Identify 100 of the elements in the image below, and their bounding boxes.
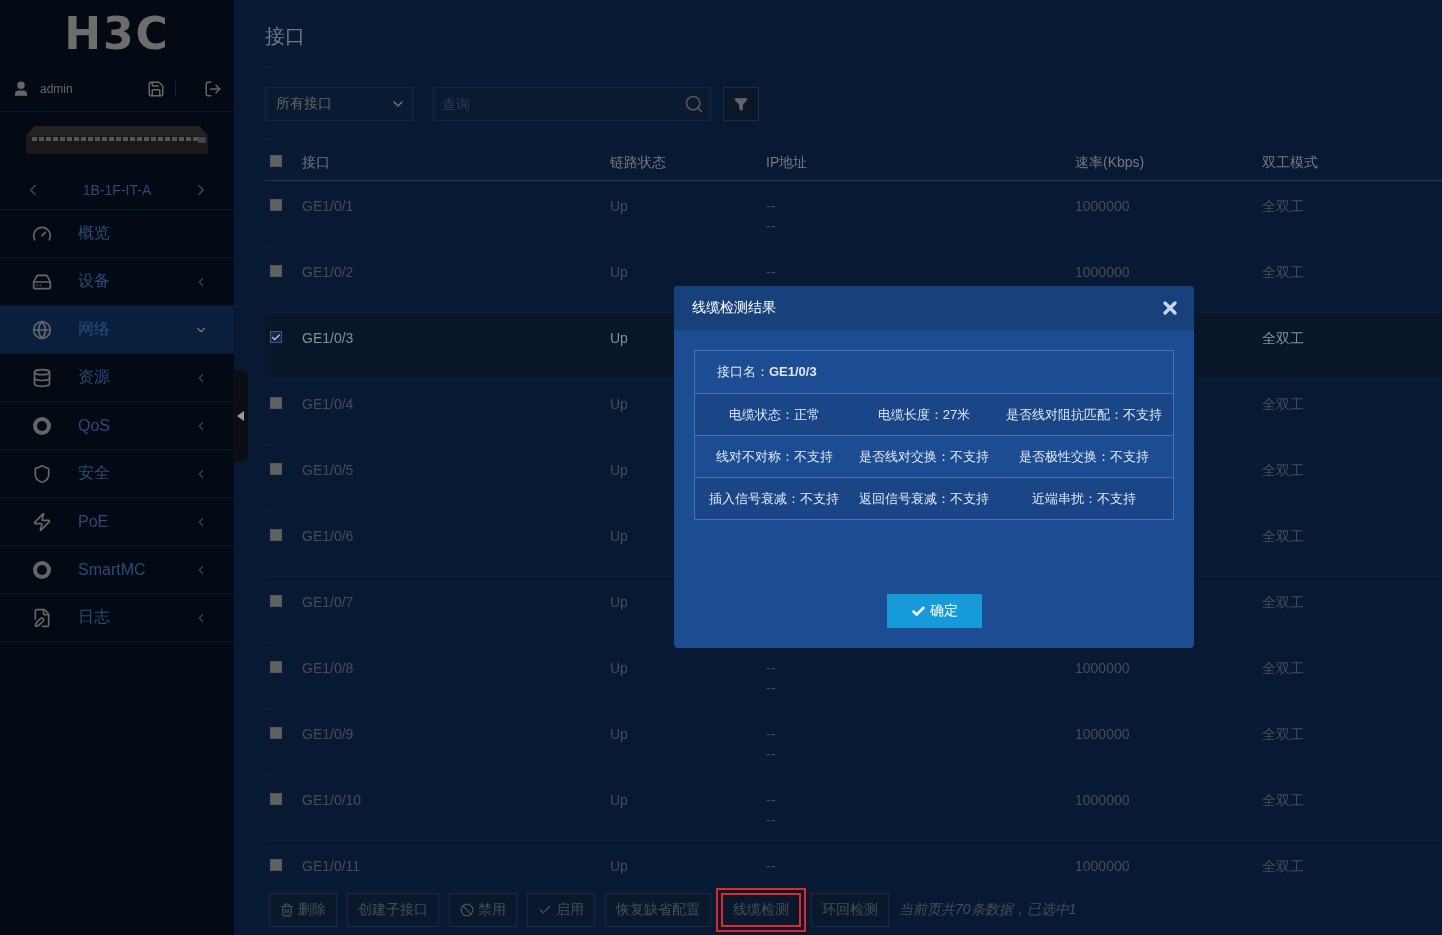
shield-icon xyxy=(32,463,52,484)
table-cell-text: GE1/0/2 xyxy=(302,263,354,282)
check-icon xyxy=(910,603,926,619)
table-cell-text: 全双工 xyxy=(1262,791,1304,810)
result-text: 是否极性交换：不支持 xyxy=(1018,447,1150,466)
row-checkbox[interactable] xyxy=(270,199,282,211)
table-cell-text: 1000000 xyxy=(1075,857,1130,876)
table-cell-text: 1000000 xyxy=(1075,725,1130,744)
table-cell-text: 全双工 xyxy=(1262,857,1304,876)
dialog-title: 线缆检测结果 xyxy=(692,299,776,317)
table-cell-text: Up xyxy=(610,461,628,480)
page-title: 接口 xyxy=(265,0,1442,68)
result-text: 近端串扰：不支持 xyxy=(1031,489,1137,508)
nav-item[interactable]: PoE xyxy=(0,498,234,546)
row-checkbox[interactable] xyxy=(270,727,282,739)
close-button[interactable] xyxy=(1160,298,1180,318)
column-header: 链路状态 xyxy=(610,153,666,172)
row-checkbox[interactable] xyxy=(270,793,282,805)
table-cell-text: 全双工 xyxy=(1262,725,1304,744)
user-icon xyxy=(12,79,30,98)
table-cell-text: Up xyxy=(610,659,628,678)
table-cell-text: Up xyxy=(610,527,628,546)
globe-icon xyxy=(32,319,52,340)
interface-select[interactable]: 所有接口 xyxy=(265,86,413,121)
column-header: IP地址 xyxy=(766,153,808,172)
table-cell-text: Up xyxy=(610,593,628,612)
lightning-icon xyxy=(32,511,52,532)
result-text: 接口名：GE1/0/3 xyxy=(716,363,818,381)
table-cell-text: GE1/0/5 xyxy=(302,461,354,480)
table-cell-text: Up xyxy=(610,395,628,414)
caret-left-icon xyxy=(237,411,244,421)
row-checkbox[interactable] xyxy=(270,529,282,541)
device-name: 1B-1F-IT-A xyxy=(82,181,152,198)
nav-item[interactable]: 安全 xyxy=(0,450,234,498)
table-cell-text: -- xyxy=(766,197,776,216)
summary-text: 当前页共70条数据，已选中1 xyxy=(899,901,1077,919)
row-checkbox[interactable] xyxy=(270,331,282,343)
row-checkbox[interactable] xyxy=(270,661,282,673)
result-text: 线对不对称：不支持 xyxy=(714,447,834,466)
table-cell-text: 1000000 xyxy=(1075,263,1130,282)
table-cell-text: GE1/0/7 xyxy=(302,593,354,612)
table-cell-text: -- xyxy=(766,217,776,236)
filter-button[interactable] xyxy=(723,86,759,121)
table-cell-text: -- xyxy=(766,263,776,282)
result-text: 是否线对阻抗匹配：不支持 xyxy=(1005,405,1163,424)
toolbar-button[interactable]: 删除 xyxy=(269,893,337,927)
row-checkbox[interactable] xyxy=(270,265,282,277)
table-cell-text: GE1/0/10 xyxy=(302,791,362,810)
nav-item[interactable]: 网络 xyxy=(0,306,234,354)
table-cell-text: 1000000 xyxy=(1075,659,1130,678)
table-cell-text: -- xyxy=(766,791,776,810)
table-cell-text: Up xyxy=(610,791,628,810)
table-cell-text: GE1/0/3 xyxy=(302,329,354,348)
table-cell-text: 1000000 xyxy=(1075,791,1130,810)
toolbar-button[interactable]: 启用 xyxy=(527,893,595,927)
select-all-checkbox[interactable] xyxy=(270,155,282,167)
row-checkbox[interactable] xyxy=(270,463,282,475)
table-cell-text: 全双工 xyxy=(1262,461,1304,480)
table-cell-text: -- xyxy=(766,659,776,678)
column-header: 速率(Kbps) xyxy=(1075,153,1145,172)
row-checkbox[interactable] xyxy=(270,859,282,871)
ring-icon xyxy=(32,415,52,436)
nav-item[interactable]: 概览 xyxy=(0,210,234,258)
table-cell-text: -- xyxy=(766,811,776,830)
result-text: 电缆长度：27米 xyxy=(876,405,972,424)
search-icon[interactable] xyxy=(684,93,704,114)
logo: H3C xyxy=(63,8,171,60)
collapse-handle[interactable] xyxy=(233,370,248,462)
column-header: 双工模式 xyxy=(1262,153,1318,172)
row-checkbox[interactable] xyxy=(270,397,282,409)
check-icon xyxy=(538,903,552,917)
column-header: 接口 xyxy=(302,153,330,172)
toolbar-button[interactable]: 禁用 xyxy=(449,893,517,927)
toolbar-button[interactable]: 恢复缺省配置 xyxy=(605,893,711,927)
table-cell-text: 全双工 xyxy=(1262,197,1304,216)
ok-button[interactable]: 确定 xyxy=(886,594,982,628)
result-text: 插入信号衰减：不支持 xyxy=(708,489,840,508)
table-cell-text: -- xyxy=(766,725,776,744)
result-text: 电缆状态：正常 xyxy=(727,405,821,424)
table-cell-text: 全双工 xyxy=(1262,263,1304,282)
table-cell-text: 全双工 xyxy=(1262,593,1304,612)
close-icon xyxy=(1160,298,1180,318)
document-edit-icon xyxy=(32,607,52,628)
ring-icon xyxy=(32,559,52,580)
table-cell-text: -- xyxy=(766,745,776,764)
result-text: 是否线对交换：不支持 xyxy=(858,447,990,466)
table-cell-text: GE1/0/9 xyxy=(302,725,354,744)
row-checkbox[interactable] xyxy=(270,595,282,607)
save-icon[interactable] xyxy=(147,79,165,98)
trash-icon xyxy=(280,903,294,917)
table-cell-text: Up xyxy=(610,263,628,282)
filter-icon xyxy=(734,96,748,111)
nav-item[interactable]: 日志 xyxy=(0,594,234,642)
table-cell-text: GE1/0/1 xyxy=(302,197,354,216)
table-cell-text: Up xyxy=(610,197,628,216)
result-text: 返回信号衰减：不支持 xyxy=(858,489,990,508)
table-cell-text: GE1/0/4 xyxy=(302,395,354,414)
nav-item[interactable]: SmartMC xyxy=(0,546,234,594)
logout-icon[interactable] xyxy=(204,79,222,98)
user-name: admin xyxy=(40,81,74,96)
